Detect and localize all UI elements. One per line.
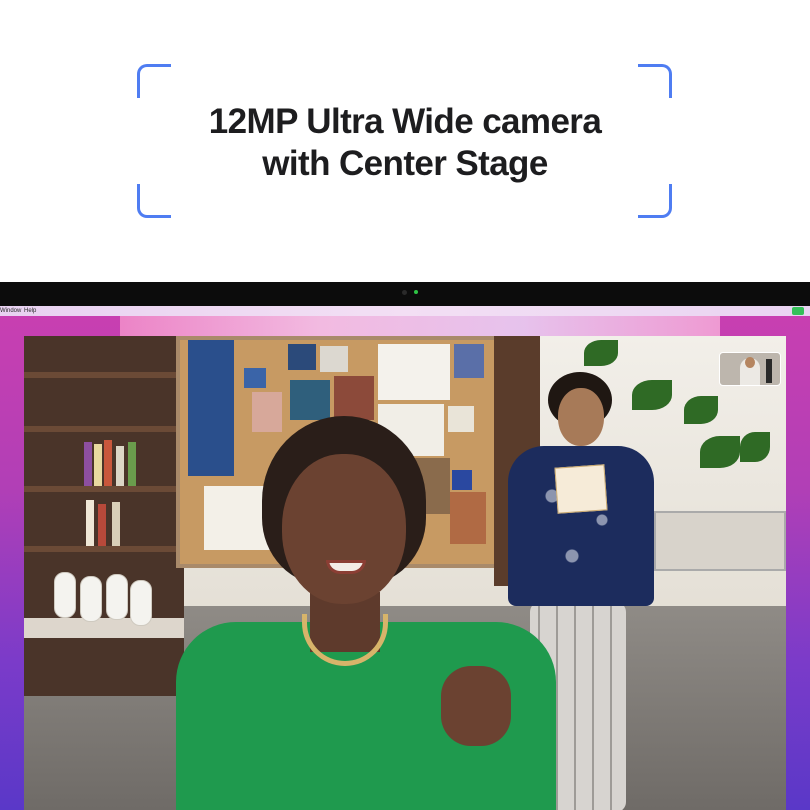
book xyxy=(98,504,106,546)
pinned-swatch xyxy=(320,346,348,372)
plant-leaf xyxy=(584,340,618,366)
book xyxy=(104,440,112,486)
bookshelf xyxy=(24,336,184,696)
plant-leaf xyxy=(740,432,770,462)
paper-roll xyxy=(80,576,102,622)
paper-roll xyxy=(106,574,128,620)
video-call-window[interactable] xyxy=(24,336,786,810)
foreground-person xyxy=(176,416,556,810)
frame-corner-bottom-right xyxy=(638,184,672,218)
shelf-board xyxy=(24,426,184,432)
self-view-tripod xyxy=(766,359,772,383)
headline: 12MP Ultra Wide camera with Center Stage xyxy=(150,101,660,185)
screen-bezel xyxy=(0,282,810,306)
pinned-swatch xyxy=(454,344,484,378)
face xyxy=(282,454,406,604)
menu-item-window[interactable]: Window xyxy=(0,307,21,315)
book xyxy=(86,500,94,546)
headline-line-1: 12MP Ultra Wide camera xyxy=(208,102,602,141)
book xyxy=(112,502,120,546)
pinned-swatch xyxy=(290,380,330,420)
status-menu-icon[interactable] xyxy=(792,307,804,315)
background-person-face xyxy=(558,388,604,446)
held-card xyxy=(554,464,608,514)
architecture-model-table xyxy=(654,511,786,571)
plant-leaf xyxy=(700,436,740,468)
self-view-head xyxy=(745,357,755,368)
book xyxy=(116,446,124,486)
pinned-swatch xyxy=(334,376,374,420)
desk xyxy=(24,618,184,638)
paper-roll xyxy=(130,580,152,626)
headline-area: 12MP Ultra Wide camera with Center Stage xyxy=(0,0,810,282)
headline-line-2: with Center Stage xyxy=(262,144,548,183)
frame-corner-bottom-left xyxy=(137,184,171,218)
shelf-board xyxy=(24,372,184,378)
frame-corner-top-left xyxy=(137,64,171,98)
self-view-thumbnail[interactable] xyxy=(719,352,781,386)
hand xyxy=(441,666,511,746)
book xyxy=(128,442,136,486)
shelf-board xyxy=(24,546,184,552)
camera-led-icon xyxy=(414,290,418,294)
pinned-swatch xyxy=(244,368,266,388)
pinned-sketch xyxy=(378,344,450,400)
camera-dot-icon xyxy=(402,290,407,295)
book xyxy=(84,442,92,486)
frame-corner-top-right xyxy=(638,64,672,98)
pinned-swatch xyxy=(288,344,316,370)
menu-bar: Window Help xyxy=(0,306,810,316)
wallpaper-glow xyxy=(120,316,720,338)
menu-item-help[interactable]: Help xyxy=(24,307,36,315)
plant-leaf xyxy=(684,396,718,424)
book xyxy=(94,444,102,486)
shelf-board xyxy=(24,486,184,492)
paper-roll xyxy=(54,572,76,618)
